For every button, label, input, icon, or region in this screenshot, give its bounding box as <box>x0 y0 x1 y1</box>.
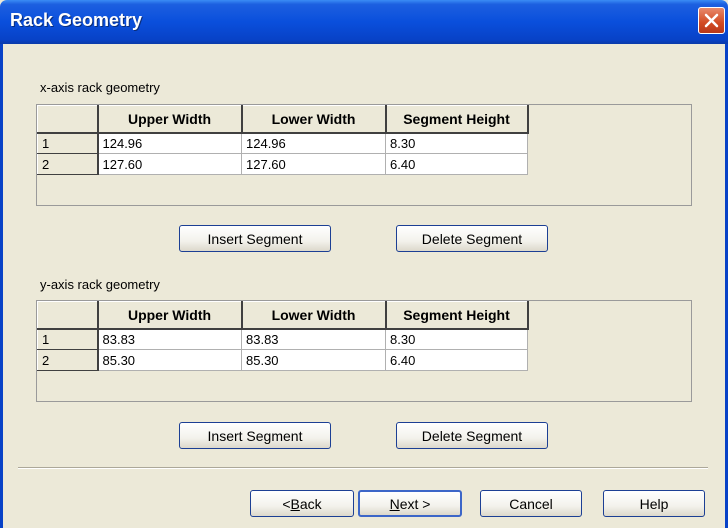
column-header-upper-width[interactable]: Upper Width <box>97 301 243 330</box>
column-header-lower-width[interactable]: Lower Width <box>241 105 387 134</box>
x-delete-segment-button[interactable]: Delete Segment <box>396 225 548 252</box>
title-bar[interactable]: Rack Geometry <box>0 0 728 44</box>
grid-corner <box>37 301 99 330</box>
upper-width-cell[interactable]: 85.30 <box>97 349 242 371</box>
lower-width-cell[interactable]: 85.30 <box>241 349 386 371</box>
next-label-mnemonic: N <box>389 495 400 512</box>
row-header[interactable]: 2 <box>37 153 99 175</box>
grid-corner <box>37 105 99 134</box>
back-label-prefix: < <box>282 495 291 512</box>
column-header-segment-height[interactable]: Segment Height <box>385 301 529 330</box>
table-row: 2 127.60 127.60 6.40 <box>37 153 528 175</box>
upper-width-cell[interactable]: 124.96 <box>97 132 242 154</box>
column-header-segment-height[interactable]: Segment Height <box>385 105 529 134</box>
back-label-mnemonic: B <box>290 495 300 512</box>
y-insert-segment-button[interactable]: Insert Segment <box>179 422 331 449</box>
upper-width-cell[interactable]: 127.60 <box>97 153 242 175</box>
back-button[interactable]: < Back <box>250 490 354 517</box>
y-delete-segment-button[interactable]: Delete Segment <box>396 422 548 449</box>
y-axis-grid: Upper Width Lower Width Segment Height 1… <box>36 300 692 402</box>
segment-height-cell[interactable]: 6.40 <box>385 153 528 175</box>
back-label-rest: ack <box>299 495 322 512</box>
lower-width-cell[interactable]: 83.83 <box>241 328 386 350</box>
row-header[interactable]: 1 <box>37 132 99 154</box>
help-button[interactable]: Help <box>603 490 705 517</box>
next-button[interactable]: Next > <box>358 490 462 517</box>
lower-width-cell[interactable]: 127.60 <box>241 153 386 175</box>
segment-height-cell[interactable]: 8.30 <box>385 132 528 154</box>
segment-height-cell[interactable]: 8.30 <box>385 328 528 350</box>
window-title: Rack Geometry <box>10 10 143 30</box>
next-label-rest: ext > <box>399 495 431 512</box>
footer-divider <box>18 467 708 469</box>
table-row: 1 124.96 124.96 8.30 <box>37 132 528 154</box>
cancel-button[interactable]: Cancel <box>480 490 582 517</box>
x-axis-grid: Upper Width Lower Width Segment Height 1… <box>36 104 692 206</box>
x-insert-segment-button[interactable]: Insert Segment <box>179 225 331 252</box>
column-header-lower-width[interactable]: Lower Width <box>241 301 387 330</box>
lower-width-cell[interactable]: 124.96 <box>241 132 386 154</box>
segment-height-cell[interactable]: 6.40 <box>385 349 528 371</box>
close-button[interactable] <box>698 7 725 34</box>
row-header[interactable]: 2 <box>37 349 99 371</box>
y-axis-label: y-axis rack geometry <box>40 277 160 292</box>
table-row: 2 85.30 85.30 6.40 <box>37 349 528 371</box>
upper-width-cell[interactable]: 83.83 <box>97 328 242 350</box>
table-row: 1 83.83 83.83 8.30 <box>37 328 528 350</box>
row-header[interactable]: 1 <box>37 328 99 350</box>
column-header-upper-width[interactable]: Upper Width <box>97 105 243 134</box>
close-icon <box>704 13 719 28</box>
x-axis-label: x-axis rack geometry <box>40 80 160 95</box>
